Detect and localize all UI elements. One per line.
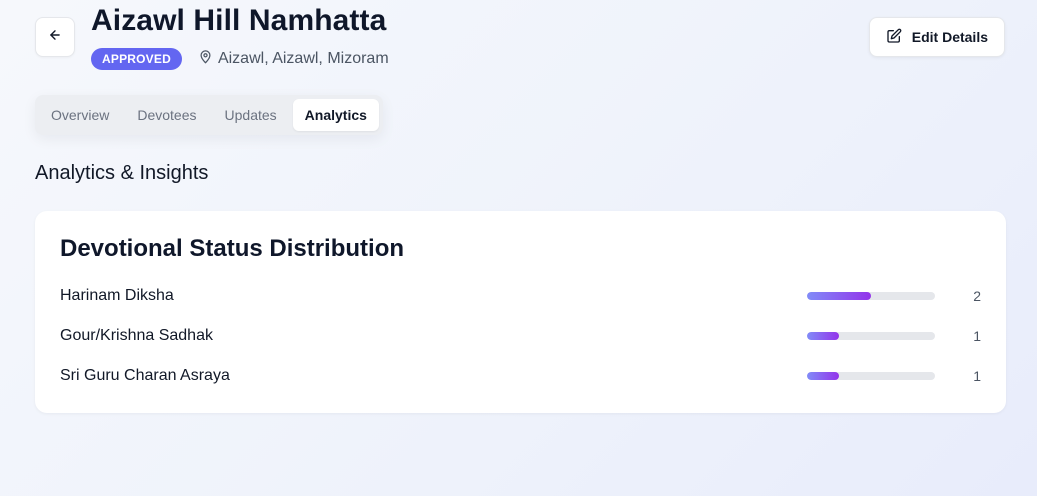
arrow-left-icon	[48, 28, 62, 47]
tab-updates[interactable]: Updates	[213, 99, 289, 131]
tab-analytics[interactable]: Analytics	[292, 99, 379, 131]
tab-devotees[interactable]: Devotees	[125, 99, 208, 131]
progress-fill	[807, 292, 871, 300]
card-title: Devotional Status Distribution	[60, 235, 405, 262]
status-distribution-card: Devotional Status Distribution Harinam D…	[35, 211, 1006, 413]
back-button[interactable]	[35, 17, 75, 57]
location-text: Aizawl, Aizawl, Mizoram	[217, 50, 389, 67]
edit-icon	[886, 28, 902, 47]
progress-track	[807, 292, 935, 300]
tab-bar: Overview Devotees Updates Analytics	[35, 95, 383, 135]
distribution-label: Harinam Diksha	[60, 287, 174, 304]
progress-track	[807, 332, 935, 340]
edit-details-button[interactable]: Edit Details	[868, 17, 1005, 57]
progress-fill	[807, 372, 839, 380]
map-pin-icon	[198, 49, 213, 69]
distribution-count: 1	[973, 328, 981, 344]
progress-track	[807, 372, 935, 380]
tab-overview[interactable]: Overview	[39, 99, 121, 131]
progress-fill	[807, 332, 839, 340]
distribution-label: Gour/Krishna Sadhak	[60, 327, 213, 344]
distribution-row: Gour/Krishna Sadhak 1	[60, 324, 981, 348]
edit-details-label: Edit Details	[911, 29, 988, 45]
distribution-row: Harinam Diksha 2	[60, 284, 981, 308]
location: Aizawl, Aizawl, Mizoram	[198, 49, 389, 69]
meta-row: APPROVED Aizawl, Aizawl, Mizoram	[91, 48, 389, 70]
distribution-row: Sri Guru Charan Asraya 1	[60, 364, 981, 388]
distribution-count: 2	[973, 288, 981, 304]
distribution-label: Sri Guru Charan Asraya	[60, 367, 230, 384]
section-title: Analytics & Insights	[35, 162, 209, 184]
distribution-count: 1	[973, 368, 981, 384]
page-title: Aizawl Hill Namhatta	[91, 4, 387, 37]
page: Aizawl Hill Namhatta APPROVED Aizawl, Ai…	[0, 0, 1037, 496]
status-badge: APPROVED	[91, 48, 182, 70]
